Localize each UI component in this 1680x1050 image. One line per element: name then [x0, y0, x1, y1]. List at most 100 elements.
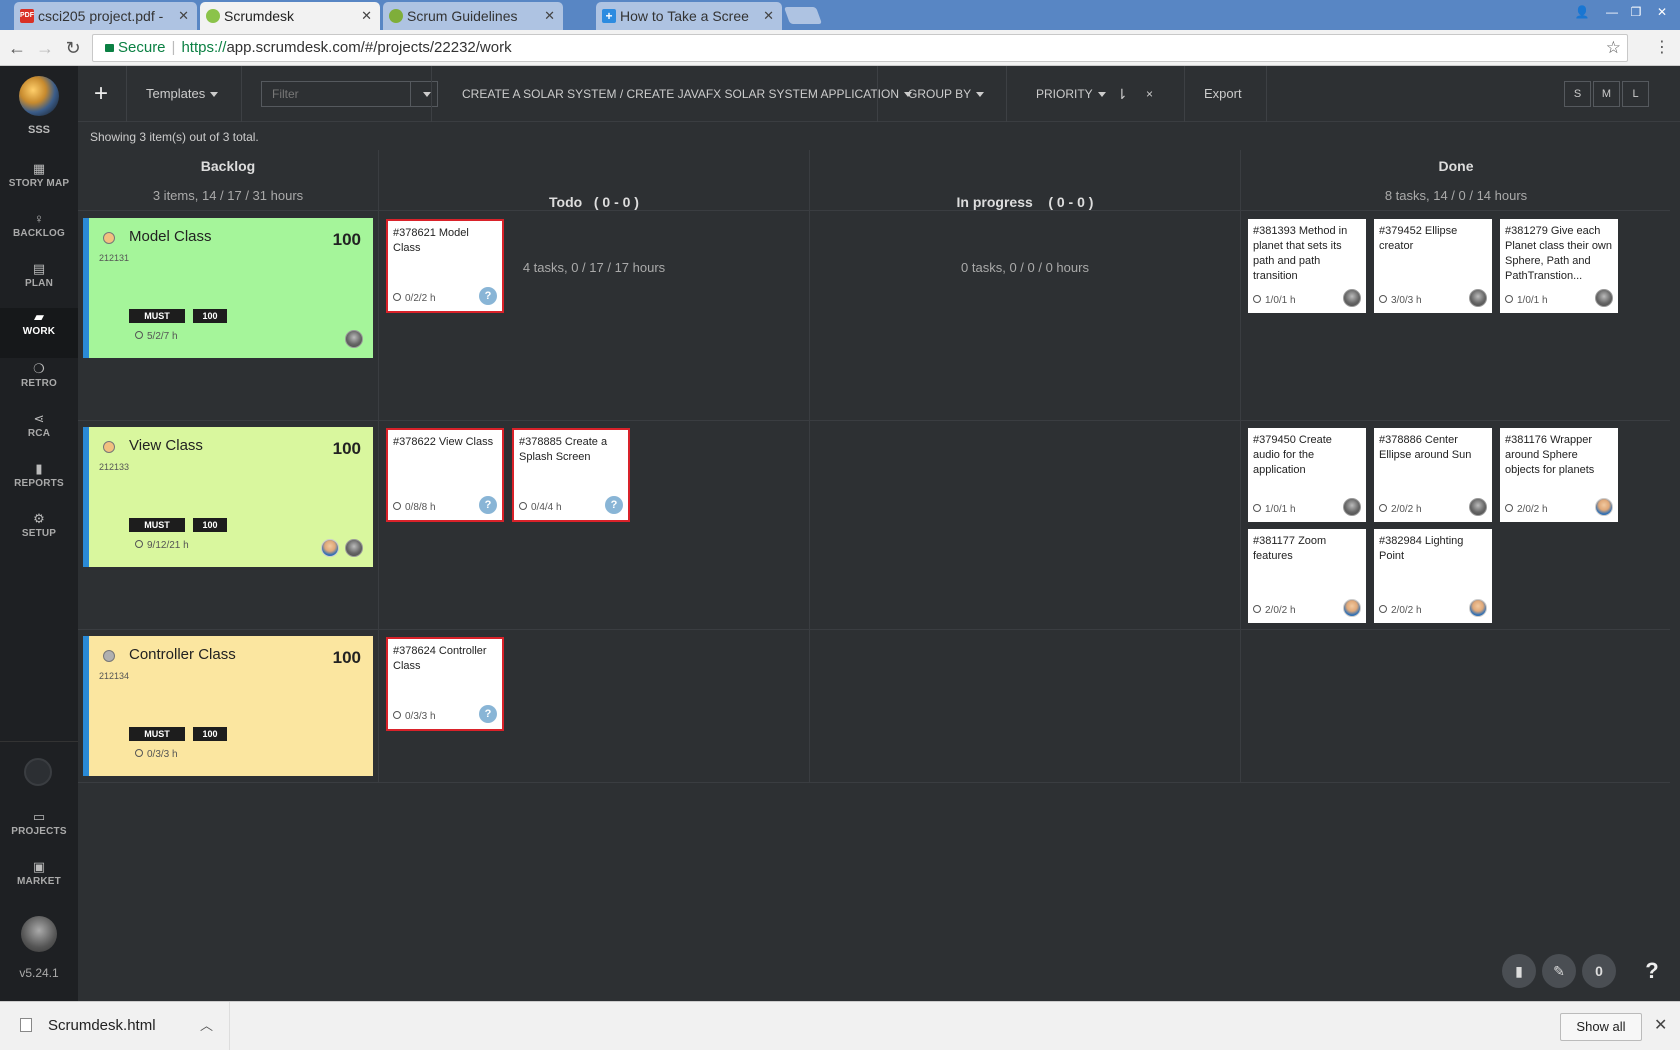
avatar[interactable] — [1469, 599, 1487, 617]
story-card[interactable]: Model Class 212131 100 MUST 100 5/2/7 h — [83, 218, 373, 358]
avatar[interactable] — [321, 539, 339, 557]
task-card[interactable]: #381393 Method in planet that sets its p… — [1248, 219, 1366, 313]
status-dot[interactable] — [103, 650, 115, 662]
column-header-todo: Todo ( 0 - 0 ) 4 tasks, 0 / 17 / 17 hour… — [379, 150, 809, 275]
browser-tab-pdf[interactable]: PDF csci205 project.pdf - ✕ — [14, 2, 197, 30]
avatar[interactable] — [1595, 289, 1613, 307]
notification-counter[interactable]: 0 — [1582, 954, 1616, 988]
breadcrumb-dropdown[interactable]: CREATE A SOLAR SYSTEM / CREATE JAVAFX SO… — [462, 66, 912, 122]
close-icon[interactable]: ✕ — [178, 2, 189, 30]
tab-title: Scrumdesk — [224, 8, 295, 24]
unassigned-avatar[interactable]: ? — [479, 496, 497, 514]
help-button[interactable]: ? — [1638, 954, 1666, 988]
browser-tab-scrumdesk[interactable]: Scrumdesk ✕ — [200, 2, 380, 30]
forward-icon[interactable]: → — [34, 37, 56, 59]
size-medium-button[interactable]: M — [1593, 81, 1620, 107]
reload-icon[interactable]: ↻ — [62, 37, 84, 59]
avatar[interactable] — [345, 330, 363, 348]
store-icon: ▣ — [32, 859, 46, 874]
column-title: Todo ( 0 - 0 ) — [549, 194, 639, 210]
sidebar-item-plan[interactable]: ▤ PLAN — [0, 260, 78, 310]
task-title: #381177 Zoom features — [1253, 535, 1327, 562]
story-hours: 0/3/3 h — [135, 749, 178, 760]
book-icon[interactable]: ▮ — [1502, 954, 1536, 988]
chevron-up-icon[interactable]: ︿ — [200, 1015, 213, 1034]
pencil-icon[interactable]: ✎ — [1542, 954, 1576, 988]
filter-input[interactable]: Filter — [261, 81, 411, 107]
download-item[interactable]: Scrumdesk.html ︿ — [0, 1002, 230, 1050]
templates-dropdown[interactable]: Templates — [146, 66, 219, 122]
sidebar-item-backlog[interactable]: ♀ BACKLOG — [0, 210, 78, 260]
browser-tab-how-to[interactable]: + How to Take a Scree ✕ — [596, 2, 782, 30]
status-dot[interactable] — [103, 232, 115, 244]
avatar[interactable] — [345, 539, 363, 557]
avatar[interactable] — [1469, 498, 1487, 516]
close-icon[interactable]: ✕ — [361, 2, 372, 30]
task-card[interactable]: #381279 Give each Planet class their own… — [1500, 219, 1618, 313]
story-card[interactable]: View Class 212133 100 MUST 100 9/12/21 h — [83, 427, 373, 567]
new-tab-button[interactable] — [783, 7, 823, 24]
story-card[interactable]: Controller Class 212134 100 MUST 100 0/3… — [83, 636, 373, 776]
restore-icon[interactable]: ❐ — [1624, 2, 1648, 22]
sidebar-item-work[interactable]: ▰ WORK — [0, 308, 78, 358]
task-card[interactable]: #379452 Ellipse creator 3/0/3 h — [1374, 219, 1492, 313]
task-card[interactable]: #382984 Lighting Point 2/0/2 h — [1374, 529, 1492, 623]
theme-toggle[interactable] — [24, 758, 52, 786]
avatar[interactable] — [1343, 498, 1361, 516]
sidebar-item-setup[interactable]: ⚙ SETUP — [0, 510, 78, 560]
browser-tab-scrum-guidelines[interactable]: Scrum Guidelines ✕ — [383, 2, 563, 30]
filter-dropdown-button[interactable] — [411, 81, 438, 107]
avatar[interactable] — [1343, 289, 1361, 307]
user-icon[interactable]: 👤 — [1570, 2, 1594, 22]
task-card[interactable]: #381176 Wrapper around Sphere objects fo… — [1500, 428, 1618, 522]
close-icon[interactable]: ✕ — [1654, 1015, 1667, 1035]
bookmark-star-icon[interactable]: ☆ — [1606, 35, 1621, 61]
close-icon[interactable]: ✕ — [763, 2, 774, 30]
user-avatar[interactable] — [21, 916, 57, 952]
status-dot[interactable] — [103, 441, 115, 453]
task-card[interactable]: #378621 Model Class 0/2/2 h ? — [386, 219, 504, 313]
sort-icon[interactable]: ⇂ — [1116, 66, 1128, 122]
close-window-icon[interactable]: ✕ — [1650, 2, 1674, 22]
avatar[interactable] — [1469, 289, 1487, 307]
sidebar-item-label: RCA — [27, 428, 51, 439]
sidebar-item-story-map[interactable]: ▦ STORY MAP — [0, 160, 78, 210]
column-divider — [1240, 150, 1241, 783]
row-divider — [78, 782, 1670, 783]
task-card[interactable]: #378886 Center Ellipse around Sun 2/0/2 … — [1374, 428, 1492, 522]
task-card[interactable]: #381177 Zoom features 2/0/2 h — [1248, 529, 1366, 623]
size-large-button[interactable]: L — [1622, 81, 1649, 107]
task-card[interactable]: #379450 Create audio for the application… — [1248, 428, 1366, 522]
unassigned-avatar[interactable]: ? — [479, 705, 497, 723]
plus-favicon-icon: + — [602, 9, 616, 23]
size-small-button[interactable]: S — [1564, 81, 1591, 107]
folder-icon: ▭ — [32, 809, 46, 824]
avatar[interactable] — [1595, 498, 1613, 516]
show-all-button[interactable]: Show all — [1560, 1013, 1642, 1041]
close-icon[interactable]: ✕ — [544, 2, 555, 30]
unassigned-avatar[interactable]: ? — [605, 496, 623, 514]
group-by-dropdown[interactable]: GROUP BY — [908, 66, 985, 122]
task-card[interactable]: #378624 Controller Class 0/3/3 h ? — [386, 637, 504, 731]
url-scheme: https:// — [181, 39, 227, 56]
sidebar-item-market[interactable]: ▣ MARKET — [0, 858, 78, 908]
browser-menu-icon[interactable]: ⋮ — [1654, 37, 1670, 57]
add-item-button[interactable]: + — [94, 66, 108, 122]
sidebar-item-rca[interactable]: ⋖ RCA — [0, 410, 78, 460]
clear-sort-button[interactable]: × — [1146, 66, 1153, 122]
task-card[interactable]: #378885 Create a Splash Screen 0/4/4 h ? — [512, 428, 630, 522]
sidebar-item-projects[interactable]: ▭ PROJECTS — [0, 808, 78, 858]
project-logo[interactable] — [19, 76, 59, 116]
back-icon[interactable]: ← — [6, 37, 28, 59]
priority-dropdown[interactable]: PRIORITY — [1036, 66, 1106, 122]
lock-icon — [105, 44, 114, 52]
minimize-icon[interactable]: — — [1600, 2, 1624, 22]
unassigned-avatar[interactable]: ? — [479, 287, 497, 305]
export-button[interactable]: Export — [1204, 66, 1242, 122]
avatar[interactable] — [1343, 599, 1361, 617]
clock-icon — [519, 502, 527, 510]
task-card[interactable]: #378622 View Class 0/8/8 h ? — [386, 428, 504, 522]
sidebar-item-reports[interactable]: ▮ REPORTS — [0, 460, 78, 510]
address-bar[interactable]: Secure | https://app.scrumdesk.com/#/proje… — [92, 34, 1628, 62]
sidebar-item-retro[interactable]: ❍ RETRO — [0, 360, 78, 410]
